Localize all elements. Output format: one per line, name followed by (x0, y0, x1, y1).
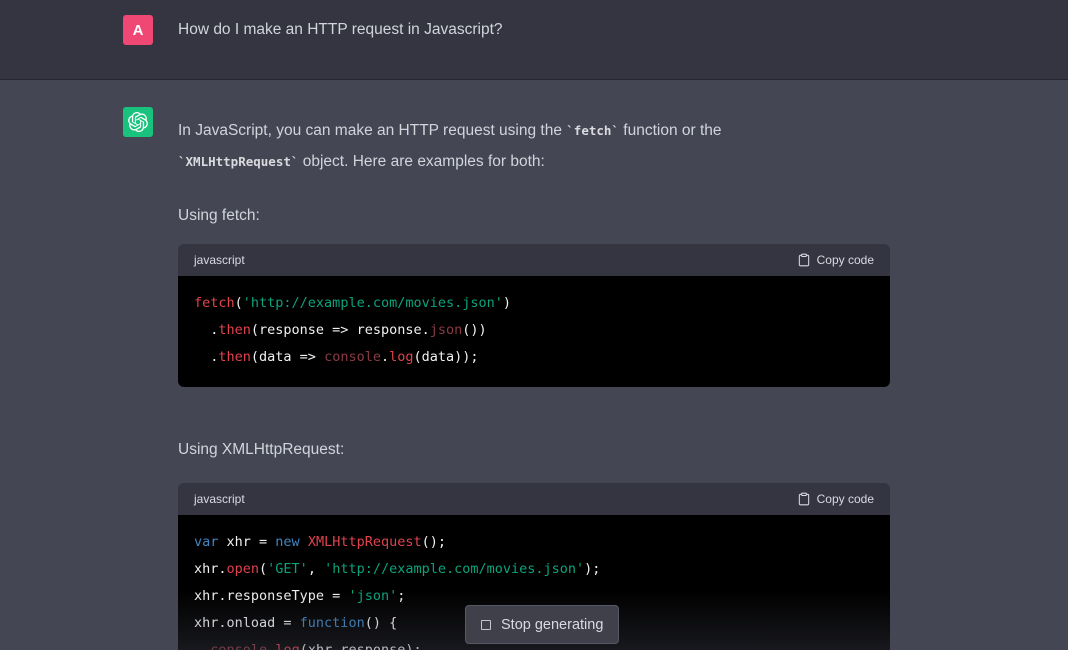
code-block-header: javascript Copy code (178, 244, 890, 276)
inline-code: `fetch` (566, 123, 619, 138)
user-message-text: How do I make an HTTP request in Javascr… (178, 15, 503, 45)
assistant-intro: In JavaScript, you can make an HTTP requ… (178, 115, 890, 177)
chat-thread: A How do I make an HTTP request in Javas… (0, 0, 1068, 650)
section-label-fetch: Using fetch: (178, 200, 890, 231)
code-block-fetch: javascript Copy code fetch('http://examp… (178, 244, 890, 387)
copy-code-label: Copy code (817, 492, 874, 506)
clipboard-icon (797, 492, 811, 506)
stop-icon (481, 620, 491, 630)
inline-code: `XMLHttpRequest` (178, 154, 298, 169)
code-line: fetch('http://example.com/movies.json') (194, 290, 874, 317)
assistant-message-row: In JavaScript, you can make an HTTP requ… (0, 80, 1068, 650)
stop-generating-button[interactable]: Stop generating (465, 605, 619, 644)
copy-code-button[interactable]: Copy code (797, 253, 874, 267)
code-line: .then(data => console.log(data)); (194, 344, 874, 371)
clipboard-icon (797, 253, 811, 267)
code-language-label: javascript (194, 253, 245, 267)
assistant-intro-line: In JavaScript, you can make an HTTP requ… (178, 115, 890, 146)
stop-generating-label: Stop generating (501, 617, 603, 633)
code-line: .then(response => response.json()) (194, 317, 874, 344)
user-avatar-letter: A (133, 22, 144, 39)
code-block-header: javascript Copy code (178, 483, 890, 515)
openai-logo-icon (128, 112, 148, 132)
user-message-row: A How do I make an HTTP request in Javas… (0, 0, 1068, 80)
copy-code-label: Copy code (817, 253, 874, 267)
assistant-message-content: In JavaScript, you can make an HTTP requ… (178, 107, 890, 650)
copy-code-button[interactable]: Copy code (797, 492, 874, 506)
code-line: var xhr = new XMLHttpRequest(); (194, 529, 874, 556)
code-language-label: javascript (194, 492, 245, 506)
code-line: xhr.open('GET', 'http://example.com/movi… (194, 556, 874, 583)
chatgpt-avatar (123, 107, 153, 137)
assistant-intro-line: `XMLHttpRequest` object. Here are exampl… (178, 146, 890, 177)
section-label-xhr: Using XMLHttpRequest: (178, 434, 890, 465)
user-avatar: A (123, 15, 153, 45)
code-content-fetch: fetch('http://example.com/movies.json') … (178, 276, 890, 387)
